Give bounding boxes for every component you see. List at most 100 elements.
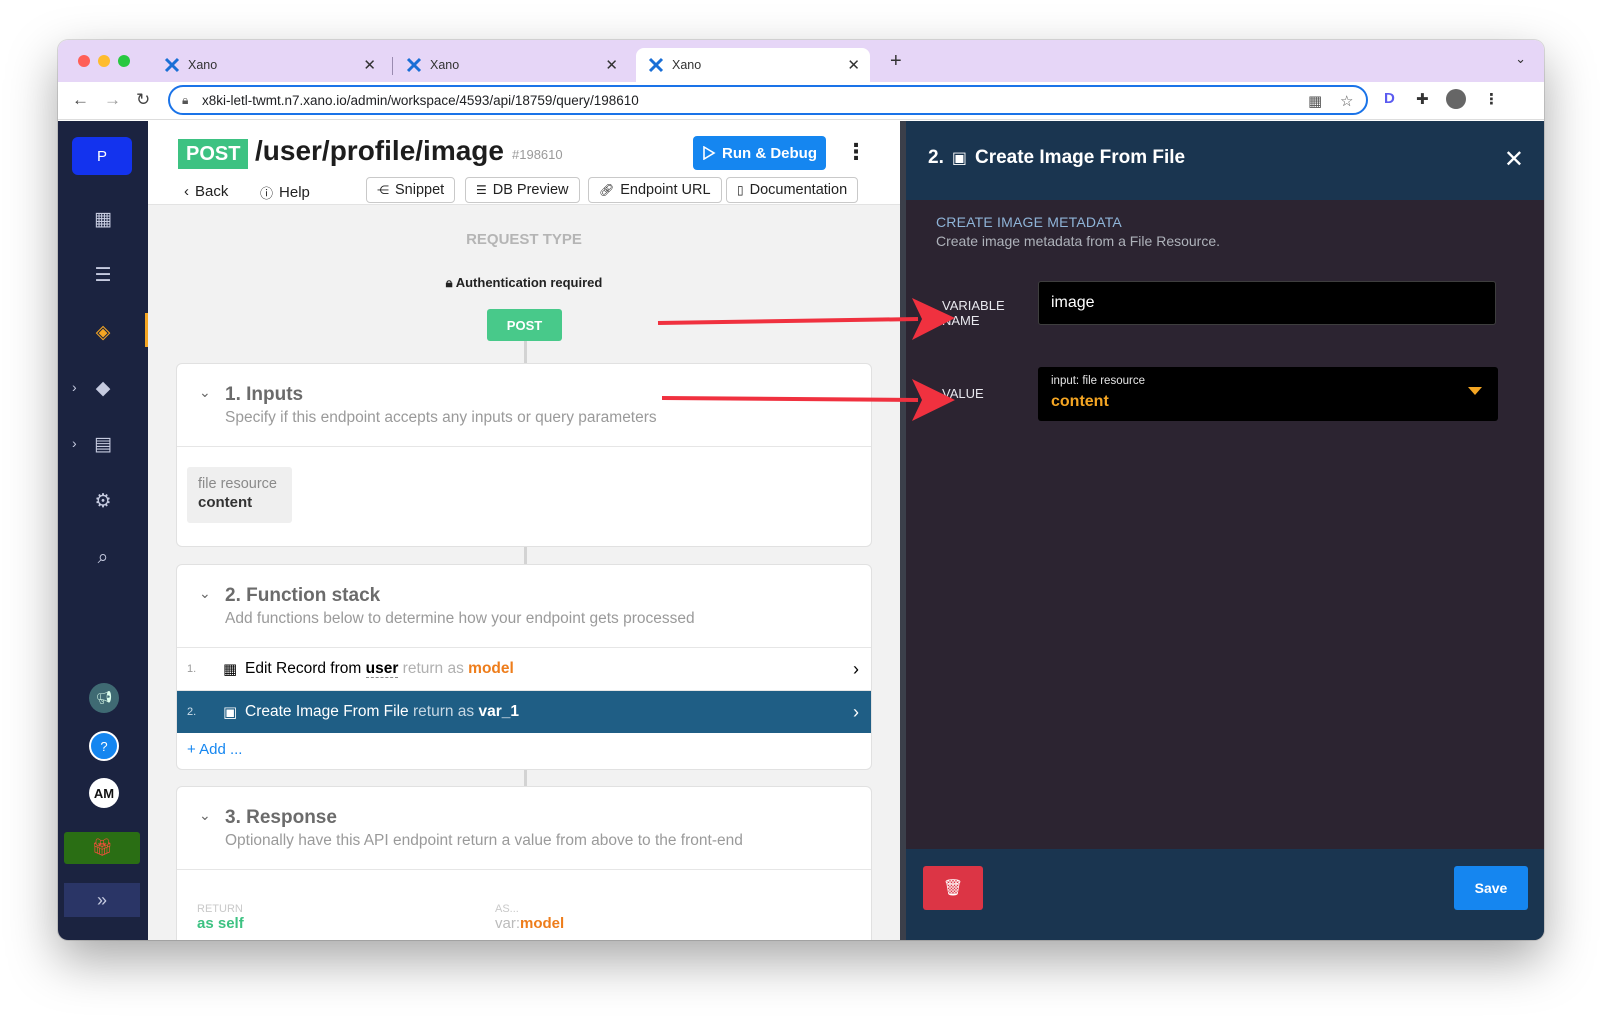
table-icon: ▦ <box>223 661 238 678</box>
chevron-right-icon[interactable]: › <box>72 379 77 395</box>
dashboard-icon[interactable]: ▦ <box>91 207 115 231</box>
link-icon: 🔗︎ <box>599 183 615 197</box>
value-selected: content <box>1051 393 1109 410</box>
forward-arrow-icon[interactable]: → <box>104 90 121 110</box>
chevron-down-icon[interactable]: ⌄ <box>199 585 211 602</box>
extension-d-icon[interactable]: D <box>1384 90 1395 107</box>
close-window-button[interactable] <box>78 55 90 67</box>
workspace-button[interactable]: P <box>72 137 132 175</box>
add-function-link[interactable]: + Add ... <box>187 741 242 758</box>
function-row[interactable]: 1. ▦ Edit Record from user return as mod… <box>177 648 871 690</box>
tab-title: Xano <box>188 58 218 72</box>
reload-icon[interactable]: ↻ <box>136 90 150 110</box>
help-icon[interactable]: ? <box>89 731 119 761</box>
image-icon: ▣ <box>223 704 238 721</box>
addons-icon[interactable]: ◆ <box>91 376 115 400</box>
database-icon[interactable]: ☰ <box>91 263 115 287</box>
new-tab-icon[interactable]: + <box>890 50 902 73</box>
profile-avatar-icon[interactable] <box>1446 89 1466 109</box>
back-link[interactable]: ‹ Back <box>184 183 228 200</box>
settings-gear-icon[interactable]: ⚙ <box>91 489 115 513</box>
minimize-window-button[interactable] <box>98 55 110 67</box>
info-icon: ⓘ <box>260 186 274 201</box>
value-type: input: file resource <box>1051 375 1145 387</box>
function-stack-title[interactable]: 2. Function stack <box>225 585 380 607</box>
endpoint-path: /user/profile/image <box>255 135 504 166</box>
browser-menu-icon[interactable]: ⋮ <box>1484 90 1499 108</box>
extensions-puzzle-icon[interactable]: ✚ <box>1416 90 1429 108</box>
snippet-button[interactable]: ⋲ Snippet <box>366 177 456 203</box>
input-type: file resource <box>198 476 277 492</box>
return-value[interactable]: as self <box>197 915 244 932</box>
function-row-selected[interactable]: 2. ▣ Create Image From File return as va… <box>177 691 871 733</box>
close-tab-icon[interactable]: ✕ <box>847 56 860 74</box>
back-arrow-icon[interactable]: ← <box>72 90 89 110</box>
tab-separator <box>392 57 393 75</box>
more-options-icon[interactable]: ⋮ <box>845 139 867 165</box>
gift-icon[interactable]: 🎁︎ <box>64 832 140 864</box>
snippet-label: Snippet <box>395 182 445 198</box>
response-card: ⌄ 3. Response Optionally have this API e… <box>176 786 872 940</box>
image-icon: ▣ <box>951 150 967 167</box>
expand-sidebar-icon[interactable]: » <box>64 883 140 917</box>
db-preview-button[interactable]: ☰ DB Preview <box>465 177 580 203</box>
documentation-label: Documentation <box>749 182 848 198</box>
save-button[interactable]: Save <box>1454 866 1528 910</box>
as-label: AS... <box>495 903 519 915</box>
variable-name-input[interactable]: image <box>1038 281 1496 325</box>
delete-button[interactable]: 🗑︎ <box>923 866 983 910</box>
response-description: Optionally have this API endpoint return… <box>225 832 743 849</box>
endpoint-url-button[interactable]: 🔗︎ Endpoint URL <box>588 177 722 203</box>
request-method-pill[interactable]: POST <box>487 309 562 341</box>
maximize-window-button[interactable] <box>118 55 130 67</box>
xano-logo-icon <box>164 57 180 73</box>
close-icon[interactable]: ✕ <box>1504 145 1524 174</box>
documentation-button[interactable]: ▯ Documentation <box>726 177 859 203</box>
qr-code-icon[interactable]: ▦ <box>1308 92 1322 110</box>
help-link[interactable]: ⓘ Help <box>260 183 310 202</box>
address-bar: ← → ↻ 🔒︎ x8ki-letl-twmt.n7.xano.io/admin… <box>58 82 1544 120</box>
function-target: user <box>365 660 399 678</box>
trash-icon: 🗑︎ <box>942 880 964 897</box>
search-icon[interactable]: ⌕ <box>91 546 115 570</box>
close-tab-icon[interactable]: ✕ <box>363 56 376 74</box>
tab-search-icon[interactable]: ⌄ <box>1515 51 1526 67</box>
browser-window: Xano ✕ Xano ✕ Xano ✕ + ⌄ ← → ↻ 🔒︎ x8ki-l… <box>58 40 1544 940</box>
function-name: Create Image From File <box>245 703 409 720</box>
bookmark-star-icon[interactable]: ☆ <box>1340 92 1353 110</box>
run-debug-label: Run & Debug <box>722 144 817 162</box>
lock-icon: 🔒︎ <box>182 93 189 107</box>
share-icon: ⋲ <box>377 183 389 197</box>
xano-logo-icon <box>648 57 664 73</box>
divider <box>177 446 871 447</box>
response-title[interactable]: 3. Response <box>225 807 337 829</box>
announcement-icon[interactable]: 📢︎ <box>89 683 119 713</box>
browser-tab[interactable]: Xano ✕ <box>152 48 386 82</box>
inputs-title[interactable]: 1. Inputs <box>225 384 303 406</box>
value-select[interactable]: input: file resource content <box>1038 367 1498 421</box>
chevron-down-icon[interactable]: ⌄ <box>199 384 211 401</box>
tab-title: Xano <box>430 58 460 72</box>
caret-down-icon <box>1468 387 1482 395</box>
url-field[interactable]: 🔒︎ x8ki-letl-twmt.n7.xano.io/admin/works… <box>168 85 1368 115</box>
lock-icon: 🔒︎ <box>445 275 453 290</box>
chevron-down-icon[interactable]: ⌄ <box>199 807 211 824</box>
as-value[interactable]: var:model <box>495 915 564 932</box>
browser-tab-active[interactable]: Xano ✕ <box>636 48 870 82</box>
function-var: model <box>468 660 514 677</box>
inputs-description: Specify if this endpoint accepts any inp… <box>225 409 657 426</box>
input-item[interactable]: file resource content <box>187 467 292 523</box>
browser-tab[interactable]: Xano ✕ <box>394 48 628 82</box>
api-icon[interactable]: ◈ <box>91 320 115 344</box>
close-tab-icon[interactable]: ✕ <box>605 56 618 74</box>
plus-icon: + <box>187 741 196 758</box>
method-badge: POST <box>178 139 249 169</box>
run-debug-button[interactable]: Run & Debug <box>693 136 826 170</box>
chevron-right-icon[interactable]: › <box>72 435 77 451</box>
inputs-card: ⌄ 1. Inputs Specify if this endpoint acc… <box>176 363 872 547</box>
user-avatar[interactable]: AM <box>89 778 119 808</box>
auth-required-label[interactable]: 🔒︎ Authentication required <box>148 275 900 291</box>
panel-footer: 🗑︎ Save <box>906 849 1544 940</box>
marketplace-icon[interactable]: ▤ <box>91 432 115 456</box>
panel-header: 2. ▣ Create Image From File ✕ <box>906 121 1544 200</box>
